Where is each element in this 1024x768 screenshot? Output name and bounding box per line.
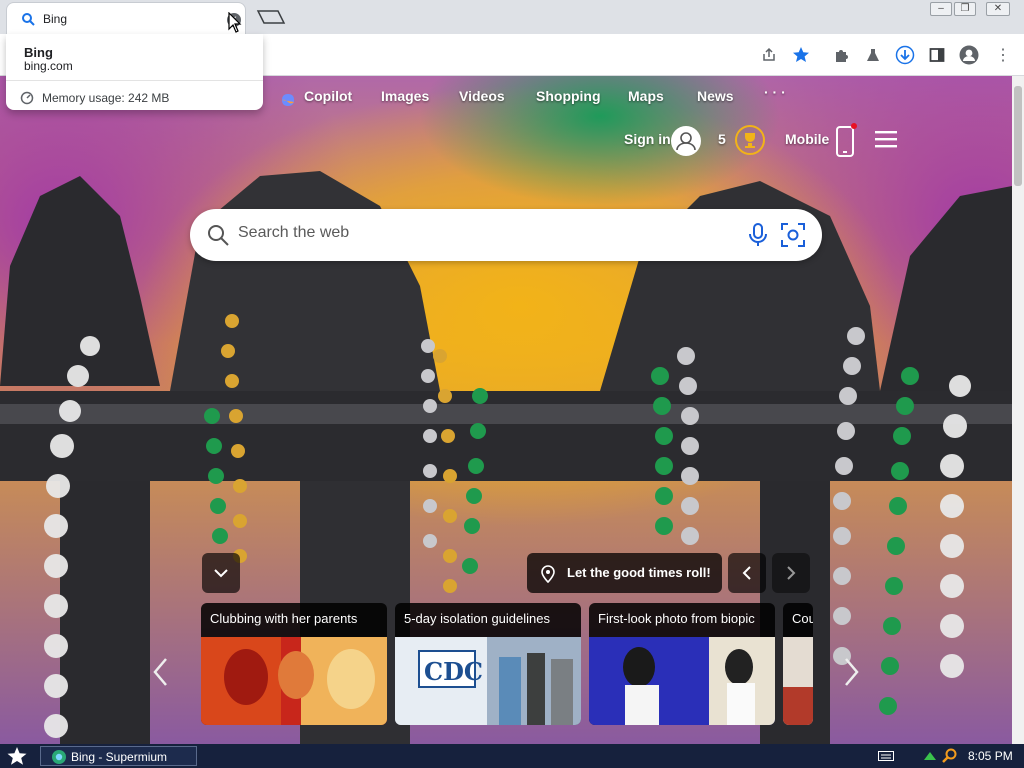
rewards-count: 5 — [718, 131, 726, 147]
nav-more[interactable]: · · · — [764, 84, 786, 100]
nav-images[interactable]: Images — [381, 88, 429, 104]
collapse-button[interactable] — [202, 553, 240, 593]
mobile-phone-icon[interactable] — [834, 122, 858, 158]
cdc-logo-text: CDC — [424, 657, 484, 686]
nav-maps[interactable]: Maps — [628, 88, 664, 104]
sign-in-link[interactable]: Sign in — [624, 131, 671, 147]
omnibox-dropdown: Bing bing.com Memory usage: 242 MB — [6, 34, 263, 110]
news-card[interactable]: Cou — [783, 603, 813, 725]
suggestion-title: Bing — [24, 45, 53, 60]
card-image — [395, 637, 581, 725]
search-icon — [208, 225, 229, 246]
new-tab-icon[interactable] — [256, 9, 286, 25]
search-input[interactable]: Search the web — [238, 224, 349, 242]
search-tray-icon[interactable] — [942, 748, 958, 764]
page-scrollbar[interactable] — [1012, 76, 1024, 744]
card-title: Cou — [792, 611, 813, 626]
suggestion-url: bing.com — [24, 59, 73, 73]
cards-right-arrow-icon[interactable] — [840, 656, 862, 688]
card-image — [589, 637, 775, 725]
caption-text: Let the good times roll! — [567, 565, 711, 580]
tab-title: Bing — [43, 12, 68, 26]
bing-page: Copilot Images Videos Shopping Maps News… — [0, 76, 1012, 744]
search-icon — [22, 13, 35, 26]
user-avatar-icon[interactable] — [670, 125, 702, 157]
chevron-down-icon — [214, 569, 228, 578]
cards-left-arrow-icon[interactable] — [150, 656, 172, 688]
extensions-icon[interactable] — [830, 44, 852, 66]
card-title: 5-day isolation guidelines — [404, 611, 550, 626]
close-window-icon[interactable]: ✕ — [986, 2, 1010, 16]
previous-image-button[interactable] — [728, 553, 766, 593]
tab-strip: Bing × – ❐ ✕ — [0, 0, 1024, 34]
taskbar-app-label: Bing - Supermium — [71, 750, 168, 764]
card-image — [201, 637, 387, 725]
next-image-button[interactable] — [772, 553, 810, 593]
chevron-left-icon — [742, 566, 751, 580]
download-icon[interactable] — [894, 44, 916, 66]
mobile-link[interactable]: Mobile — [785, 131, 829, 147]
taskbar: Bing - Supermium 8:05 PM — [0, 744, 1024, 768]
memory-gauge-icon — [20, 91, 34, 105]
network-icon[interactable] — [922, 748, 938, 764]
card-title: Clubbing with her parents — [210, 611, 358, 626]
hamburger-menu-icon[interactable] — [875, 130, 897, 148]
browser-tab[interactable]: Bing × — [6, 2, 246, 34]
keyboard-icon[interactable] — [878, 751, 894, 761]
news-card[interactable]: First-look photo from biopic — [589, 603, 775, 725]
mouse-cursor-icon — [228, 12, 242, 33]
scrollbar-thumb[interactable] — [1014, 86, 1022, 186]
start-star-icon[interactable] — [6, 746, 28, 766]
side-panel-icon[interactable] — [926, 44, 948, 66]
profile-avatar-icon[interactable] — [958, 44, 980, 66]
card-image — [783, 637, 813, 725]
divider — [6, 80, 263, 81]
clock: 8:05 PM — [968, 749, 1013, 763]
location-pin-icon — [541, 565, 555, 583]
news-card[interactable]: Clubbing with her parents — [201, 603, 387, 725]
share-icon[interactable] — [758, 44, 780, 66]
taskbar-app-button[interactable]: Bing - Supermium — [40, 746, 197, 766]
more-menu-icon[interactable]: ⋮ — [992, 44, 1014, 66]
browser-window: Bing × – ❐ ✕ ⋮ — [0, 0, 1024, 768]
rewards-trophy-icon[interactable] — [734, 124, 766, 156]
maximize-icon[interactable]: ❐ — [954, 2, 976, 16]
visual-search-icon[interactable] — [780, 222, 806, 248]
chevron-right-icon — [787, 566, 796, 580]
search-box[interactable]: Search the web — [190, 209, 822, 261]
bookmark-star-icon[interactable] — [790, 44, 812, 66]
memory-usage-label: Memory usage: 242 MB — [42, 91, 170, 105]
nav-videos[interactable]: Videos — [459, 88, 505, 104]
news-card[interactable]: 5-day isolation guidelines CDC — [395, 603, 581, 725]
labs-flask-icon[interactable] — [862, 44, 884, 66]
minimize-icon[interactable]: – — [930, 2, 952, 16]
nav-news[interactable]: News — [697, 88, 734, 104]
browser-app-icon — [52, 750, 66, 764]
nav-copilot[interactable]: Copilot — [304, 88, 352, 104]
nav-shopping[interactable]: Shopping — [536, 88, 601, 104]
microphone-icon[interactable] — [746, 222, 770, 248]
copilot-icon — [282, 94, 294, 106]
card-title: First-look photo from biopic — [598, 611, 755, 626]
suggestion-row[interactable]: Bing bing.com — [6, 34, 263, 78]
image-caption-button[interactable]: Let the good times roll! — [527, 553, 722, 593]
